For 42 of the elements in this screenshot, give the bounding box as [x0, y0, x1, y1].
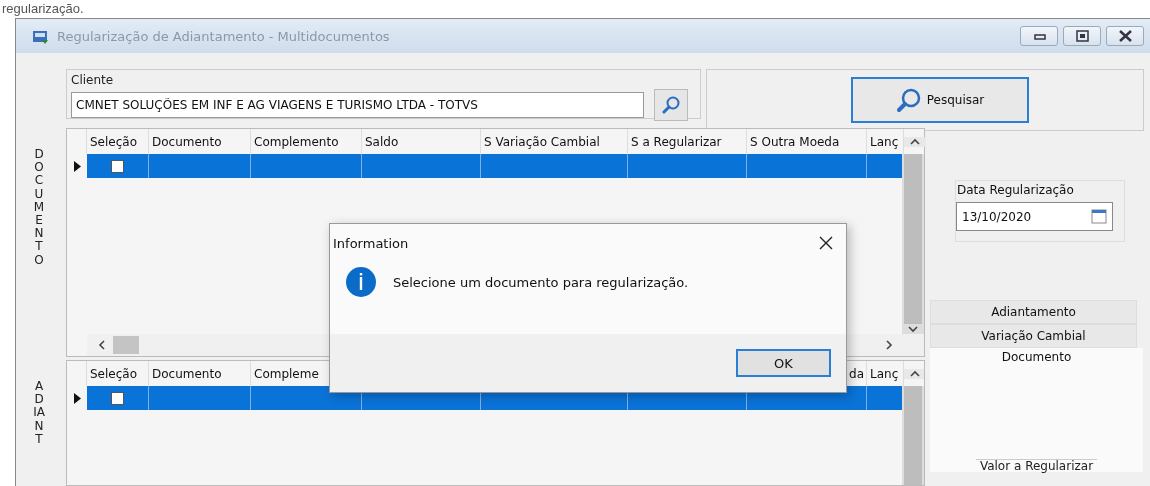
scroll-right-icon	[884, 339, 894, 351]
maximize-button[interactable]	[1063, 26, 1101, 46]
minimize-button[interactable]	[1020, 26, 1058, 46]
search-button[interactable]: Pesquisar	[851, 77, 1029, 123]
client-label: Cliente	[71, 73, 115, 87]
selection-checkbox[interactable]	[111, 391, 124, 405]
dialog-title: Information	[333, 235, 409, 251]
calendar-icon	[1091, 209, 1107, 224]
scroll-left-icon	[97, 339, 107, 351]
tab[interactable]: Variação Cambial	[930, 324, 1137, 348]
date-value: 13/10/2020	[962, 209, 1032, 224]
client-field[interactable]: CMNET SOLUÇÕES EM INF E AG VIAGENS E TURISMO LTDA - TOTVS	[71, 92, 644, 118]
section-label: ADIANT	[33, 380, 45, 446]
tab[interactable]: Documento	[930, 348, 1143, 372]
close-icon	[818, 235, 834, 251]
scroll-thumb[interactable]	[113, 336, 139, 354]
search-icon	[662, 96, 680, 114]
client-search-button[interactable]	[654, 89, 688, 121]
date-label: Data Regularização	[957, 183, 1075, 197]
grid-cell	[867, 386, 904, 410]
ok-button[interactable]: OK	[736, 349, 831, 377]
row-pointer-icon	[72, 159, 82, 173]
scroll-up-icon	[909, 368, 921, 379]
page-text: regularização.	[1, 0, 85, 18]
maximize-icon	[1073, 29, 1091, 43]
row-pointer-icon	[72, 391, 82, 405]
scroll-down-icon	[907, 324, 919, 334]
window-title: Regularização de Adiantamento - Multidocumentos	[57, 28, 390, 44]
scroll-thumb[interactable]	[904, 154, 922, 324]
close-button[interactable]	[1106, 26, 1144, 46]
info-icon	[345, 266, 377, 298]
group-label: Valor a Regularizar	[975, 459, 1098, 472]
dialog-message: Selecione um documento para regularização.	[393, 274, 689, 290]
search-icon	[895, 87, 921, 113]
grid-cell	[867, 154, 904, 178]
tab[interactable]: Adiantamento	[930, 300, 1137, 324]
selection-checkbox[interactable]	[111, 159, 124, 173]
date-field[interactable]: 13/10/2020	[956, 202, 1113, 231]
scroll-up-icon	[909, 136, 921, 147]
dialog-close-button[interactable]	[818, 235, 834, 251]
vertical-scrollbar[interactable]	[902, 154, 924, 334]
section-label: DOCUMENTO	[33, 148, 45, 267]
